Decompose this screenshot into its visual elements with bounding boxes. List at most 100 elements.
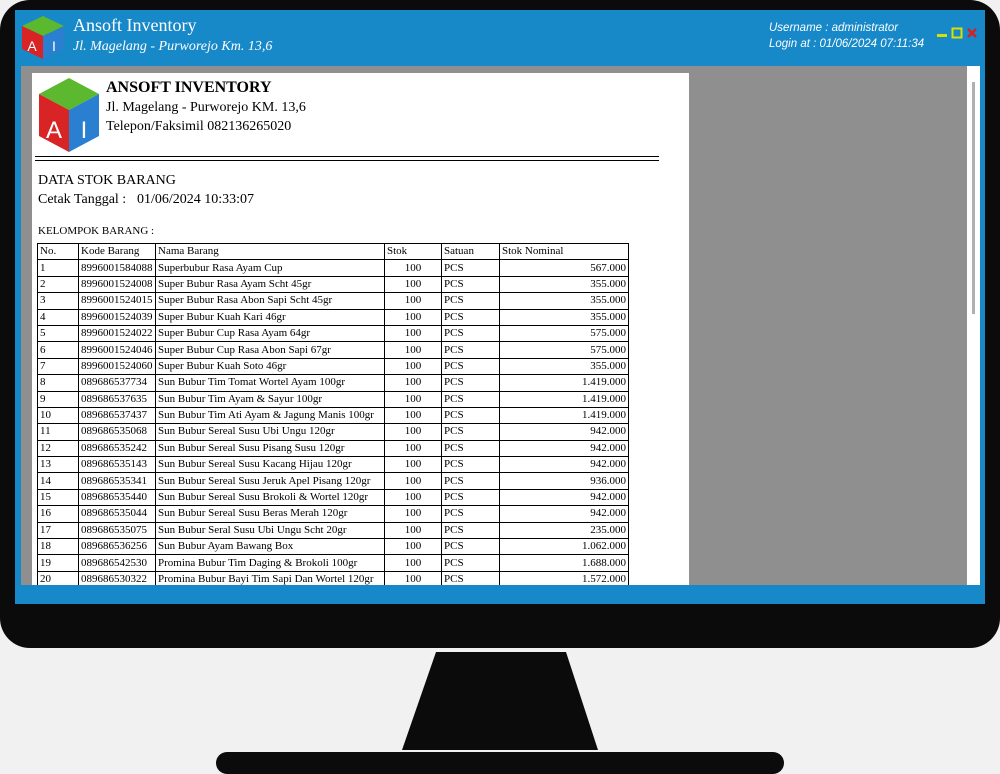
cell-stok: 100 (384, 456, 442, 474)
cell-stok: 100 (384, 521, 442, 540)
cell-kode-barang: 089686535143 (78, 456, 156, 474)
table-row: 4 8996001524039 Super Bubur Kuah Kari 46gr… (37, 308, 629, 326)
table-row: 10 089686537437 Sun Bubur Tim Ati Ayam & J… (37, 406, 629, 425)
cell-kode-barang: 8996001524022 (78, 324, 156, 343)
scrollbar-thumb[interactable] (972, 82, 975, 314)
maximize-button[interactable] (951, 27, 963, 39)
app-title: Ansoft Inventory (73, 15, 197, 35)
cell-satuan: PCS (441, 570, 500, 585)
cell-kode-barang: 089686537734 (78, 374, 156, 392)
cell-nama-barang: Sun Bubur Sereal Susu Beras Merah 120gr (155, 505, 385, 523)
cell-satuan: PCS (441, 357, 500, 376)
cell-stok: 100 (384, 406, 442, 425)
minimize-button[interactable] (936, 27, 948, 39)
svg-text:I: I (81, 117, 88, 144)
cell-kode-barang: 8996001524060 (78, 357, 156, 376)
cell-no: 8 (37, 374, 79, 392)
cell-nama-barang: Sun Bubur Tim Ati Ayam & Jagung Manis 10… (155, 406, 385, 425)
window-bottom-border (15, 585, 985, 604)
header-divider (35, 156, 659, 157)
cell-kode-barang: 089686537635 (78, 390, 156, 408)
cell-no: 1 (37, 259, 79, 277)
cell-kode-barang: 089686535075 (78, 521, 156, 540)
cell-no: 2 (37, 275, 79, 294)
cell-kode-barang: 089686535044 (78, 505, 156, 523)
column-header-kode: Kode Barang (78, 242, 156, 261)
cell-stok: 100 (384, 341, 442, 359)
table-row: 12 089686535242 Sun Bubur Sereal Susu Pisa… (37, 439, 629, 458)
session-info: Username : administrator Login at : 01/0… (769, 20, 924, 52)
app-logo-icon: A I (22, 16, 64, 59)
report-page: A I ANSOFT INVENTORY Jl. Magelang - Purw… (32, 73, 689, 585)
cell-satuan: PCS (441, 505, 500, 523)
cell-stok-nominal: 235.000 (499, 521, 629, 540)
cell-satuan: PCS (441, 456, 500, 474)
table-row: 20 089686530322 Promina Bubur Bayi Tim Sap… (37, 570, 629, 585)
cell-no: 4 (37, 308, 79, 326)
cell-nama-barang: Sun Bubur Seral Susu Ubi Ungu Scht 20gr (155, 521, 385, 540)
cell-no: 15 (37, 488, 79, 507)
cell-satuan: PCS (441, 472, 500, 490)
cell-kode-barang: 089686535068 (78, 423, 156, 441)
cell-nama-barang: Sun Bubur Ayam Bawang Box (155, 538, 385, 556)
table-row: 13 089686535143 Sun Bubur Sereal Susu Kaca… (37, 456, 629, 474)
cell-nama-barang: Promina Bubur Tim Daging & Brokoli 100gr (155, 554, 385, 572)
cell-nama-barang: Sun Bubur Sereal Susu Kacang Hijau 120gr (155, 456, 385, 474)
cell-stok-nominal: 942.000 (499, 456, 629, 474)
cell-no: 5 (37, 324, 79, 343)
cell-stok-nominal: 567.000 (499, 259, 629, 277)
cell-stok: 100 (384, 308, 442, 326)
cell-stok: 100 (384, 390, 442, 408)
cell-stok: 100 (384, 570, 442, 585)
cell-kode-barang: 089686530322 (78, 570, 156, 585)
print-date-label: Cetak Tanggal : (38, 192, 127, 207)
table-row: 5 8996001524022 Super Bubur Cup Rasa Ayam … (37, 324, 629, 343)
maximize-icon (951, 27, 963, 39)
cell-no: 3 (37, 292, 79, 310)
table-row: 15 089686535440 Sun Bubur Sereal Susu Brok… (37, 488, 629, 507)
cell-satuan: PCS (441, 275, 500, 294)
cell-stok-nominal: 1.062.000 (499, 538, 629, 556)
table-header-row: No. Kode Barang Nama Barang Stok Satuan … (37, 242, 629, 261)
column-header-nominal: Stok Nominal (499, 242, 629, 261)
cell-kode-barang: 8996001524008 (78, 275, 156, 294)
cell-kode-barang: 089686537437 (78, 406, 156, 425)
cell-nama-barang: Sun Bubur Sereal Susu Jeruk Apel Pisang … (155, 472, 385, 490)
cell-satuan: PCS (441, 259, 500, 277)
cell-no: 18 (37, 538, 79, 556)
cell-no: 6 (37, 341, 79, 359)
cell-no: 20 (37, 570, 79, 585)
column-header-nama: Nama Barang (155, 242, 385, 261)
cell-nama-barang: Sun Bubur Sereal Susu Ubi Ungu 120gr (155, 423, 385, 441)
cell-nama-barang: Super Bubur Cup Rasa Abon Sapi 67gr (155, 341, 385, 359)
cell-kode-barang: 8996001524039 (78, 308, 156, 326)
cell-satuan: PCS (441, 341, 500, 359)
cell-stok-nominal: 1.419.000 (499, 374, 629, 392)
close-icon (967, 28, 977, 38)
cell-stok: 100 (384, 488, 442, 507)
cell-stok-nominal: 575.000 (499, 324, 629, 343)
cell-stok: 100 (384, 554, 442, 572)
cell-satuan: PCS (441, 488, 500, 507)
cell-nama-barang: Super Bubur Rasa Ayam Scht 45gr (155, 275, 385, 294)
cell-stok: 100 (384, 324, 442, 343)
table-row: 6 8996001524046 Super Bubur Cup Rasa Abon … (37, 341, 629, 359)
close-button[interactable] (966, 27, 978, 39)
cell-no: 16 (37, 505, 79, 523)
cell-stok: 100 (384, 505, 442, 523)
item-group-label: KELOMPOK BARANG : (38, 225, 155, 237)
cell-no: 11 (37, 423, 79, 441)
vertical-scrollbar[interactable] (967, 66, 980, 585)
cell-stok-nominal: 1.419.000 (499, 406, 629, 425)
cell-nama-barang: Sun Bubur Sereal Susu Pisang Susu 120gr (155, 439, 385, 458)
table-row: 16 089686535044 Sun Bubur Sereal Susu Bera… (37, 505, 629, 523)
cell-stok-nominal: 1.688.000 (499, 554, 629, 572)
cell-stok: 100 (384, 292, 442, 310)
cell-no: 9 (37, 390, 79, 408)
cell-satuan: PCS (441, 538, 500, 556)
cell-nama-barang: Superbubur Rasa Ayam Cup (155, 259, 385, 277)
cell-kode-barang: 8996001524046 (78, 341, 156, 359)
cell-stok-nominal: 355.000 (499, 292, 629, 310)
report-company-address: Jl. Magelang - Purworejo KM. 13,6 (106, 100, 306, 115)
table-row: 19 089686542530 Promina Bubur Tim Daging &… (37, 554, 629, 572)
